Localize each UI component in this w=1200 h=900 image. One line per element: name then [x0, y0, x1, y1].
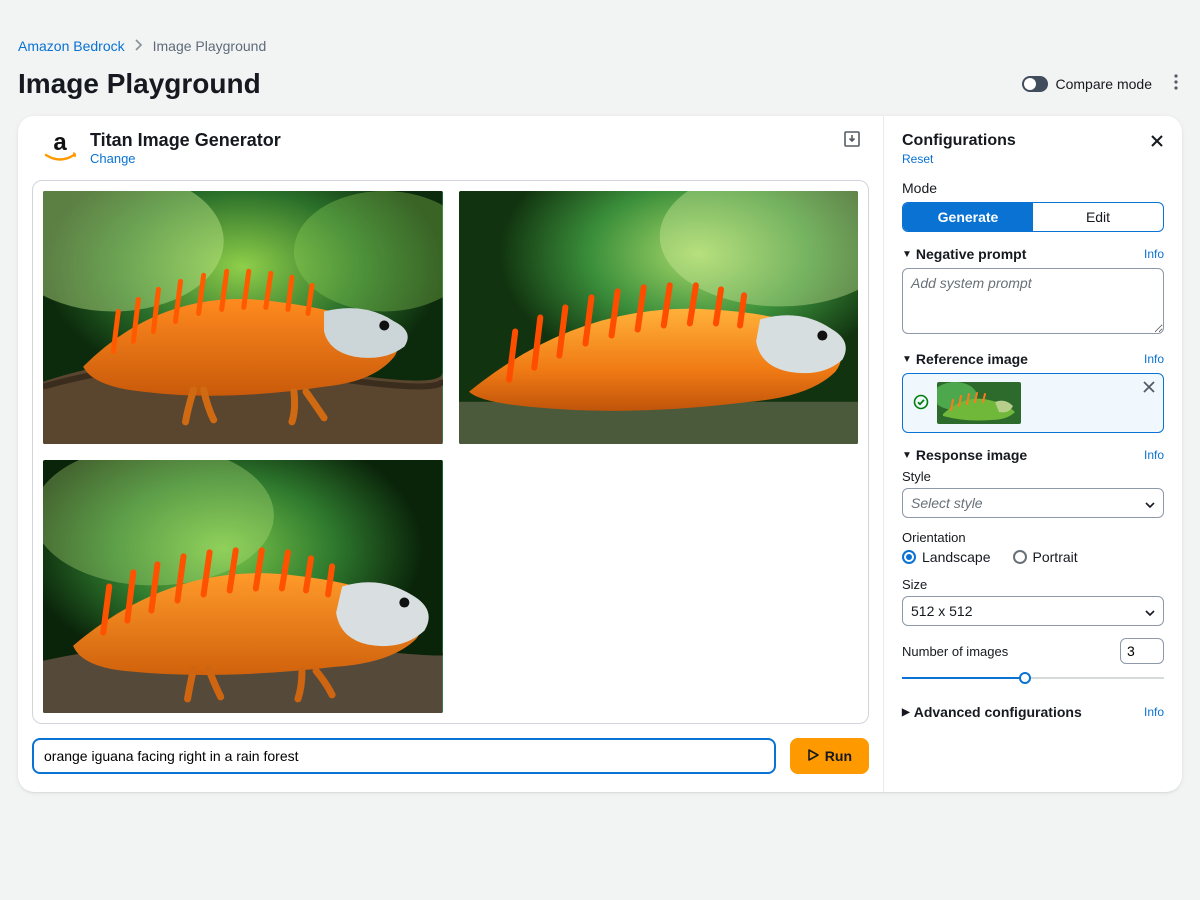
breadcrumb-current: Image Playground [153, 38, 267, 54]
caret-down-icon [1145, 603, 1155, 619]
response-image-info[interactable]: Info [1144, 448, 1164, 462]
caret-right-icon: ▶ [902, 707, 910, 718]
page-title: Image Playground [18, 68, 261, 100]
generated-image[interactable] [43, 460, 443, 713]
run-button-label: Run [825, 748, 852, 764]
response-image-header[interactable]: ▼ Response image [902, 447, 1027, 463]
compare-mode-label: Compare mode [1056, 76, 1153, 92]
orientation-portrait-radio[interactable]: Portrait [1013, 549, 1078, 565]
check-circle-icon [913, 394, 929, 413]
mode-edit-tab[interactable]: Edit [1033, 203, 1163, 231]
mode-label: Mode [902, 180, 1164, 196]
mode-generate-tab[interactable]: Generate [903, 203, 1033, 231]
generated-image[interactable] [459, 191, 859, 444]
caret-down-icon: ▼ [902, 249, 912, 260]
play-icon [807, 748, 819, 764]
negative-prompt-info[interactable]: Info [1144, 247, 1164, 261]
compare-mode-toggle[interactable]: Compare mode [1022, 76, 1153, 92]
num-images-slider[interactable] [902, 670, 1164, 686]
caret-down-icon: ▼ [902, 354, 912, 365]
svg-text:a: a [53, 130, 67, 156]
num-images-label: Number of images [902, 644, 1008, 659]
run-button[interactable]: Run [790, 738, 869, 774]
remove-reference-button[interactable] [1143, 380, 1155, 396]
breadcrumb-root[interactable]: Amazon Bedrock [18, 38, 125, 54]
advanced-config-header[interactable]: ▶ Advanced configurations [902, 704, 1082, 720]
radio-unchecked-icon [1013, 550, 1027, 564]
slider-thumb[interactable] [1019, 672, 1031, 684]
caret-down-icon [1145, 495, 1155, 511]
reference-image-box [902, 373, 1164, 433]
reference-image-info[interactable]: Info [1144, 352, 1164, 366]
breadcrumb: Amazon Bedrock Image Playground [18, 38, 1182, 54]
orientation-label: Orientation [902, 530, 1164, 545]
mode-segmented: Generate Edit [902, 202, 1164, 232]
configurations-sidebar: Configurations Reset Mode Generate Edit … [884, 116, 1182, 792]
generated-image[interactable] [43, 191, 443, 444]
download-button[interactable] [843, 130, 861, 151]
style-select[interactable]: Select style [902, 488, 1164, 518]
style-label: Style [902, 469, 1164, 484]
size-label: Size [902, 577, 1164, 592]
num-images-input[interactable] [1120, 638, 1164, 664]
prompt-input[interactable] [32, 738, 776, 774]
reset-link[interactable]: Reset [902, 152, 1016, 166]
size-select[interactable]: 512 x 512 [902, 596, 1164, 626]
amazon-logo-icon: a [40, 130, 80, 164]
config-title: Configurations [902, 132, 1016, 150]
more-actions-button[interactable] [1170, 70, 1182, 99]
image-gallery [32, 180, 869, 724]
reference-image-header[interactable]: ▼ Reference image [902, 351, 1028, 367]
chevron-right-icon [135, 38, 143, 54]
playground-panel: a Titan Image Generator Change [18, 116, 1182, 792]
caret-down-icon: ▼ [902, 450, 912, 461]
reference-thumbnail[interactable] [937, 382, 1021, 424]
negative-prompt-input[interactable] [902, 268, 1164, 334]
radio-checked-icon [902, 550, 916, 564]
close-sidebar-button[interactable] [1150, 132, 1164, 153]
change-model-link[interactable]: Change [90, 151, 281, 166]
toggle-icon [1022, 76, 1048, 92]
advanced-config-info[interactable]: Info [1144, 705, 1164, 719]
negative-prompt-header[interactable]: ▼ Negative prompt [902, 246, 1026, 262]
orientation-landscape-radio[interactable]: Landscape [902, 549, 991, 565]
model-name: Titan Image Generator [90, 130, 281, 151]
